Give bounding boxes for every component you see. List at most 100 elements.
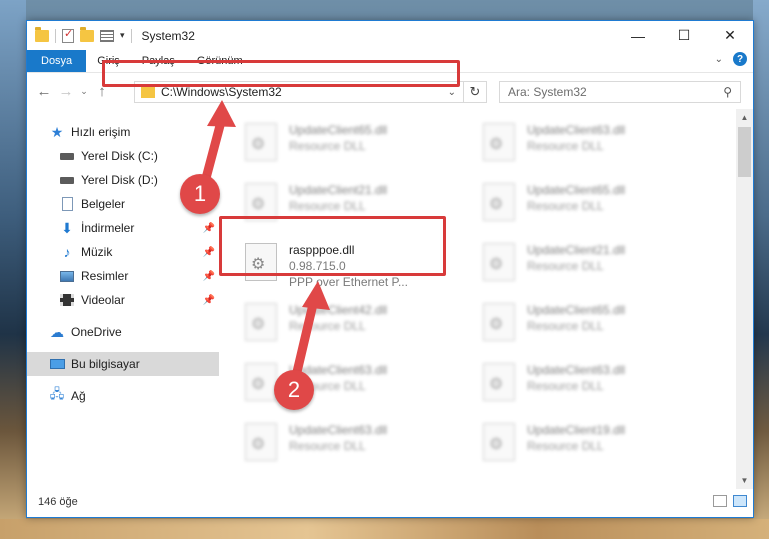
sidebar-item-onedrive[interactable]: ☁ OneDrive: [27, 320, 219, 344]
address-path[interactable]: C:\Windows\System32: [161, 85, 282, 99]
sidebar-item-music[interactable]: ♪ Müzik 📌: [27, 240, 219, 264]
file-tile[interactable]: UpdateClient19.dll Resource DLL: [483, 421, 713, 481]
scroll-thumb[interactable]: [738, 127, 751, 177]
music-icon: ♪: [63, 244, 71, 260]
sidebar-item-network[interactable]: 🖧 Ağ: [27, 384, 219, 408]
sidebar-item-pictures[interactable]: Resimler 📌: [27, 264, 219, 288]
help-icon[interactable]: ?: [733, 52, 747, 66]
file-tile[interactable]: UpdateClient63.dll Resource DLL: [483, 361, 713, 421]
file-name: UpdateClient21.dll: [527, 243, 626, 257]
file-tile[interactable]: UpdateClient63.dll Resource DLL: [245, 421, 475, 481]
sidebar-item-label: İndirmeler: [81, 221, 135, 235]
quick-access-toolbar: ▾ System32: [27, 21, 195, 50]
file-highlight-box: [219, 216, 446, 276]
sidebar-item-downloads[interactable]: ⬇ İndirmeler 📌: [27, 216, 219, 240]
dll-file-icon: [245, 423, 277, 461]
pin-icon[interactable]: 📌: [203, 271, 215, 282]
address-dropdown-icon[interactable]: ⌄: [448, 87, 456, 98]
refresh-button[interactable]: ↻: [463, 81, 487, 103]
expand-ribbon-icon[interactable]: ⌄: [715, 54, 723, 65]
sidebar-item-this-pc[interactable]: Bu bilgisayar: [27, 352, 219, 376]
view-list-icon[interactable]: [100, 29, 114, 42]
dll-file-icon: [245, 303, 277, 341]
ribbon-right-controls: ⌄ ?: [715, 52, 747, 66]
toolbar-divider: [55, 28, 56, 43]
minimize-button[interactable]: —: [615, 21, 661, 50]
desktop-wallpaper-left: [0, 0, 26, 539]
dll-file-icon: [245, 123, 277, 161]
sidebar-item-label: Yerel Disk (D:): [81, 173, 158, 187]
file-name: UpdateClient63.dll: [289, 423, 388, 437]
sidebar-item-label: Yerel Disk (C:): [81, 149, 158, 163]
new-folder-icon[interactable]: [80, 26, 94, 42]
sidebar-item-label: OneDrive: [71, 325, 122, 339]
file-tile[interactable]: UpdateClient21.dll Resource DLL: [483, 241, 713, 301]
search-input[interactable]: Ara: System32 ⚲: [499, 81, 741, 103]
file-description: Resource DLL: [527, 439, 604, 453]
pin-icon[interactable]: 📌: [203, 247, 215, 258]
desktop-wallpaper-right: [753, 0, 769, 539]
disk-icon: [59, 149, 75, 163]
desktop-wallpaper-bottom: [0, 519, 769, 539]
main-area: ★ Hızlı erişim Yerel Disk (C:) Yerel Dis…: [27, 109, 753, 489]
forward-arrow-icon[interactable]: →: [55, 83, 77, 100]
recent-locations-icon[interactable]: ⌄: [77, 86, 91, 97]
file-tile[interactable]: UpdateClient65.dll Resource DLL: [483, 181, 713, 241]
file-description: Resource DLL: [527, 199, 604, 213]
file-name: UpdateClient63.dll: [527, 123, 626, 137]
close-button[interactable]: ✕: [707, 21, 753, 50]
dll-file-icon: [483, 423, 515, 461]
file-name: UpdateClient65.dll: [527, 303, 626, 317]
search-placeholder: Ara: System32: [508, 85, 587, 99]
disk-icon: [59, 173, 75, 187]
vertical-scrollbar[interactable]: ▲ ▼: [736, 109, 753, 489]
sidebar-item-label: Videolar: [81, 293, 125, 307]
download-icon: ⬇: [61, 219, 73, 236]
sidebar-item-label: Resimler: [81, 269, 129, 283]
file-description: Resource DLL: [289, 199, 366, 213]
sidebar-item-label: Müzik: [81, 245, 113, 259]
file-name: UpdateClient65.dll: [289, 123, 388, 137]
file-description: Resource DLL: [527, 379, 604, 393]
back-arrow-icon[interactable]: ←: [33, 83, 55, 100]
cloud-icon: ☁: [50, 323, 64, 340]
step-marker-2: 2: [274, 370, 314, 410]
navigation-pane: ★ Hızlı erişim Yerel Disk (C:) Yerel Dis…: [27, 109, 219, 489]
tiles-view-icon[interactable]: [733, 495, 747, 507]
file-name: UpdateClient21.dll: [289, 183, 388, 197]
customize-toolbar-icon[interactable]: ▾: [120, 30, 125, 41]
view-buttons: [713, 495, 747, 507]
tab-file[interactable]: Dosya: [27, 50, 87, 72]
scroll-up-icon[interactable]: ▲: [736, 109, 753, 126]
dll-file-icon: [483, 363, 515, 401]
address-bar-highlight: [102, 60, 460, 87]
sidebar-item-label: Ağ: [71, 389, 86, 403]
step-marker-1: 1: [180, 174, 220, 214]
dll-file-icon: [483, 183, 515, 221]
sidebar-item-quick-access[interactable]: ★ Hızlı erişim: [27, 120, 219, 144]
file-tile[interactable]: UpdateClient65.dll Resource DLL: [245, 121, 475, 181]
folder-icon: [141, 83, 155, 98]
window-controls: — ☐ ✕: [615, 21, 753, 50]
file-tile[interactable]: UpdateClient63.dll Resource DLL: [483, 121, 713, 181]
sidebar-item-label: Bu bilgisayar: [71, 357, 140, 371]
pin-icon[interactable]: 📌: [203, 295, 215, 306]
star-icon: ★: [50, 123, 64, 140]
status-bar: 146 öğe: [27, 487, 753, 517]
file-tile[interactable]: UpdateClient65.dll Resource DLL: [483, 301, 713, 361]
maximize-button[interactable]: ☐: [661, 21, 707, 50]
file-description: Resource DLL: [527, 139, 604, 153]
folder-icon: [35, 26, 49, 42]
dll-file-icon: [483, 243, 515, 281]
dll-file-icon: [483, 303, 515, 341]
pin-icon[interactable]: 📌: [203, 223, 215, 234]
file-description: Resource DLL: [289, 319, 366, 333]
properties-icon[interactable]: [62, 27, 74, 43]
computer-icon: [49, 357, 65, 371]
details-view-icon[interactable]: [713, 495, 727, 507]
sidebar-item-videos[interactable]: Videolar 📌: [27, 288, 219, 312]
dll-file-icon: [245, 363, 277, 401]
dll-file-icon: [483, 123, 515, 161]
file-tile[interactable]: UpdateClient42.dll Resource DLL: [245, 301, 475, 361]
sidebar-item-disk-c[interactable]: Yerel Disk (C:): [27, 144, 219, 168]
